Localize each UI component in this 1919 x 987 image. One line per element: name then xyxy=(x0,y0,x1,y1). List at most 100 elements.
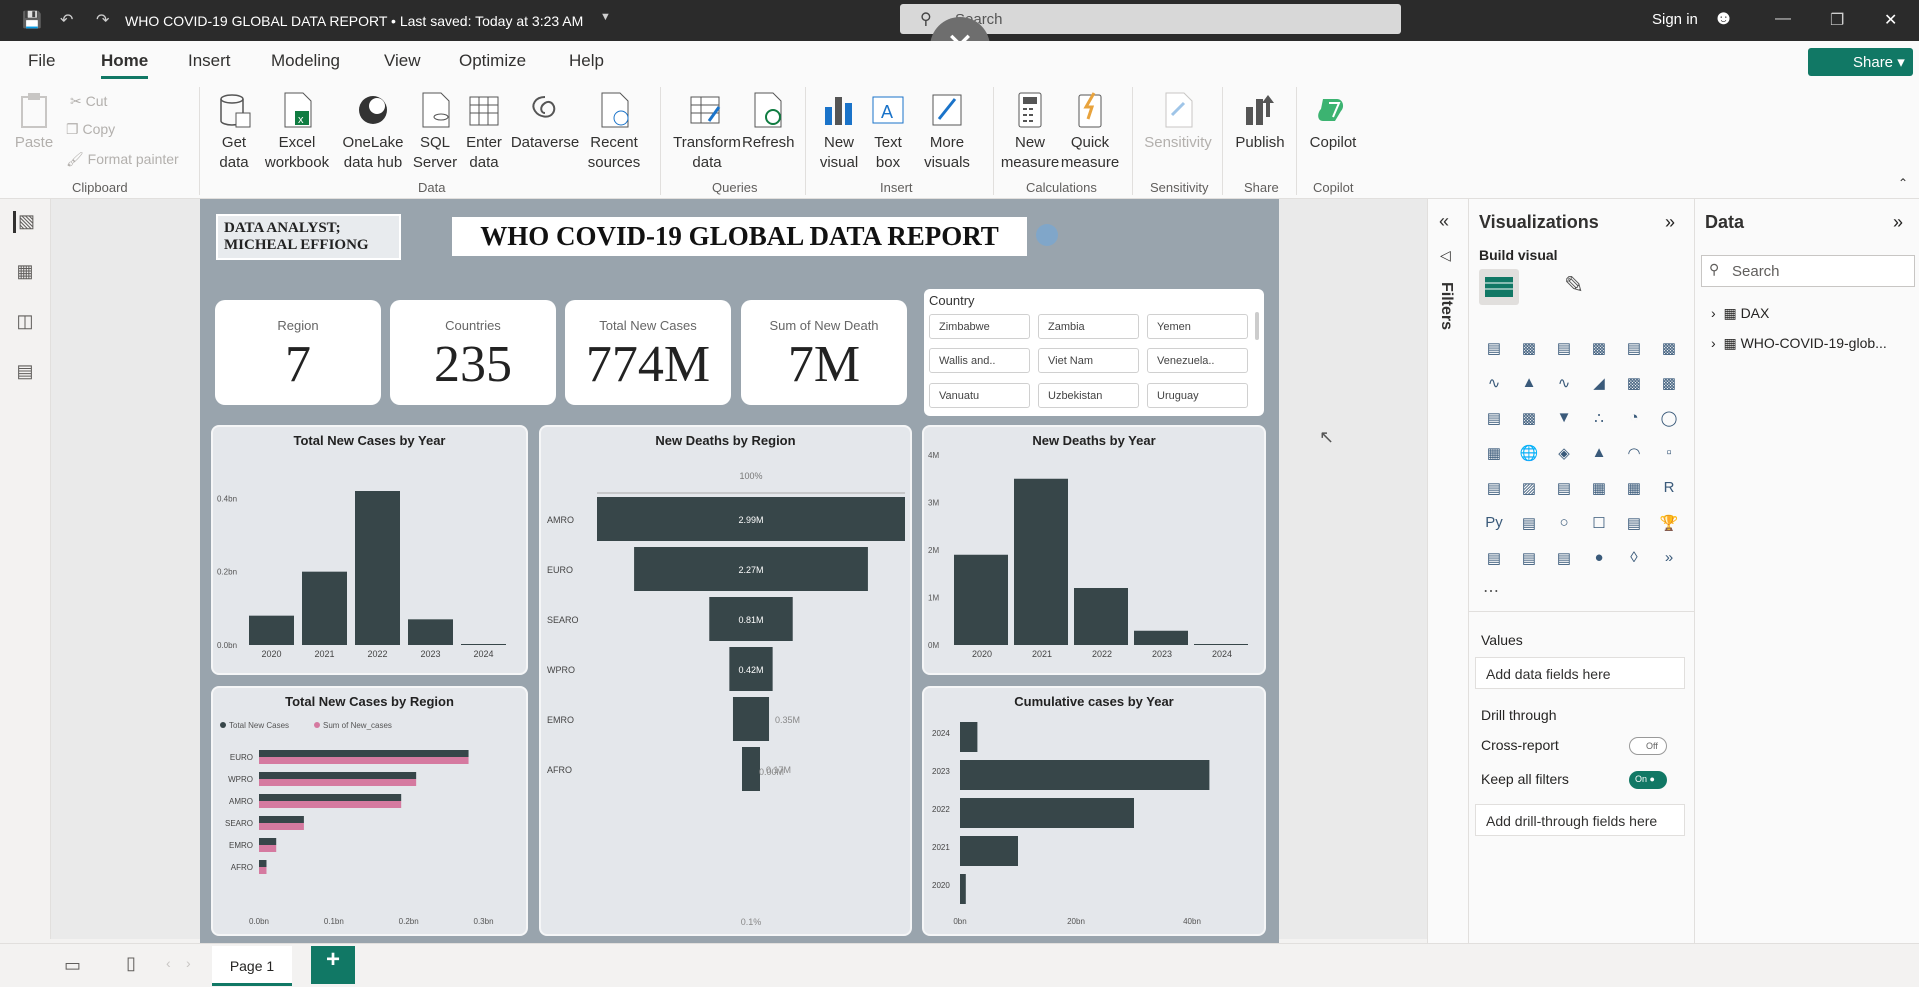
menu-optimize[interactable]: Optimize xyxy=(459,51,526,71)
dataverse-button[interactable]: Dataverse xyxy=(508,91,582,153)
slicer-item[interactable]: Zambia xyxy=(1038,314,1139,339)
model-view-icon[interactable]: ◫ xyxy=(13,311,37,333)
minimize-icon[interactable]: — xyxy=(1775,10,1791,28)
new-visual-button[interactable]: New visual xyxy=(818,91,860,173)
visual-type-icon[interactable]: ▤ xyxy=(1553,549,1575,571)
slicer-item[interactable]: Viet Nam xyxy=(1038,348,1139,373)
recent-sources-button[interactable]: Recent sources xyxy=(584,91,644,173)
sign-in-link[interactable]: Sign in xyxy=(1652,11,1698,28)
menu-modeling[interactable]: Modeling xyxy=(271,51,340,71)
visual-type-icon[interactable]: R xyxy=(1658,479,1680,501)
build-visual-tab[interactable] xyxy=(1479,269,1519,305)
transform-data-button[interactable]: Transform data xyxy=(670,91,744,173)
visual-type-icon[interactable]: ◯ xyxy=(1658,409,1680,431)
sensitivity-button[interactable]: Sensitivity xyxy=(1140,91,1216,153)
table-item-who[interactable]: › ▦ WHO-COVID-19-glob... xyxy=(1711,335,1887,352)
visual-type-icon[interactable]: ▤ xyxy=(1483,339,1505,361)
visual-type-icon[interactable]: ∿ xyxy=(1553,374,1575,396)
share-button[interactable]: Share ▾ xyxy=(1808,48,1913,76)
menu-insert[interactable]: Insert xyxy=(188,51,231,71)
collapse-visualizations-icon[interactable]: » xyxy=(1665,212,1675,233)
visual-type-icon[interactable]: ▲ xyxy=(1588,444,1610,466)
visual-type-icon[interactable]: ▦ xyxy=(1483,444,1505,466)
slicer-item[interactable]: Wallis and.. xyxy=(929,348,1030,373)
chart-new-deaths-by-region[interactable]: New Deaths by Region 100% AMRO 2.99M EURO 2.… xyxy=(539,425,912,936)
tab-page-1[interactable]: Page 1 xyxy=(212,946,292,986)
visual-type-icon[interactable]: ▤ xyxy=(1553,339,1575,361)
data-search-input[interactable]: Search xyxy=(1701,255,1915,287)
visual-type-icon[interactable]: ▩ xyxy=(1623,374,1645,396)
paste-button[interactable]: Paste xyxy=(14,91,54,153)
chevron-down-icon[interactable]: ▼ xyxy=(600,11,611,23)
country-slicer[interactable]: Country Zimbabwe Zambia Yemen Wallis and… xyxy=(924,289,1264,416)
add-page-button[interactable]: + xyxy=(311,946,355,984)
visual-type-icon[interactable]: ▩ xyxy=(1518,339,1540,361)
drill-through-well[interactable]: Add drill-through fields here xyxy=(1475,804,1685,836)
keep-all-filters-toggle[interactable]: On ● xyxy=(1629,771,1667,789)
menu-file[interactable]: File xyxy=(28,51,55,71)
visual-type-icon[interactable]: ● xyxy=(1588,549,1610,571)
visual-type-icon[interactable]: ◢ xyxy=(1588,374,1610,396)
table-item-dax[interactable]: › ▦ DAX xyxy=(1711,305,1769,322)
filters-pane[interactable]: « ◁ Filters xyxy=(1427,199,1468,943)
visual-type-icon[interactable]: 🏆 xyxy=(1658,514,1680,536)
excel-workbook-button[interactable]: x Excel workbook xyxy=(262,91,332,173)
enter-data-button[interactable]: Enter data xyxy=(464,91,504,173)
quick-measure-button[interactable]: Quick measure xyxy=(1060,91,1120,173)
copy-button[interactable]: ❐ Copy xyxy=(66,121,115,138)
visual-type-icon[interactable]: ▩ xyxy=(1518,409,1540,431)
cross-report-toggle[interactable]: Off xyxy=(1629,737,1667,755)
slicer-scrollbar[interactable] xyxy=(1255,312,1259,340)
redo-icon[interactable]: ↷ xyxy=(96,10,109,30)
slicer-item[interactable]: Uzbekistan xyxy=(1038,383,1139,408)
visual-type-icon[interactable]: ∴ xyxy=(1588,409,1610,431)
slicer-item[interactable]: Vanuatu xyxy=(929,383,1030,408)
visual-type-icon[interactable]: ◊ xyxy=(1623,549,1645,571)
visual-type-icon[interactable]: » xyxy=(1658,549,1680,571)
publish-button[interactable]: Publish xyxy=(1233,91,1287,153)
visual-type-icon[interactable]: ▤ xyxy=(1623,514,1645,536)
sql-server-button[interactable]: SQL Server xyxy=(412,91,458,173)
values-well[interactable]: Add data fields here xyxy=(1475,657,1685,689)
visual-type-icon[interactable]: ▨ xyxy=(1518,479,1540,501)
refresh-button[interactable]: Refresh xyxy=(742,91,795,153)
visual-type-icon[interactable]: ▦ xyxy=(1588,479,1610,501)
slicer-item[interactable]: Uruguay xyxy=(1147,383,1248,408)
visual-type-icon[interactable]: ▤ xyxy=(1623,339,1645,361)
close-window-icon[interactable]: ✕ xyxy=(1884,10,1897,30)
visual-type-icon[interactable]: ▤ xyxy=(1518,514,1540,536)
collapse-ribbon-icon[interactable]: ⌃ xyxy=(1898,176,1908,190)
visual-type-icon[interactable]: ☐ xyxy=(1588,514,1610,536)
desktop-layout-icon[interactable]: ▭ xyxy=(64,955,81,976)
visual-type-icon[interactable]: ◔ xyxy=(1623,409,1645,431)
visual-type-icon[interactable]: ▤ xyxy=(1483,549,1505,571)
table-view-icon[interactable]: ▦ xyxy=(13,261,37,283)
account-icon[interactable]: ☻ xyxy=(1713,7,1734,30)
new-measure-button[interactable]: New measure xyxy=(1000,91,1060,173)
chart-total-new-cases-by-year[interactable]: Total New Cases by Year 0.0bn 0.2bn 0.4bn 2… xyxy=(211,425,528,675)
format-visual-icon[interactable]: ✎ xyxy=(1564,271,1584,300)
visual-type-icon[interactable]: ▲ xyxy=(1518,374,1540,396)
onelake-data-hub-button[interactable]: OneLake data hub xyxy=(336,91,410,173)
visual-type-icon[interactable]: ▩ xyxy=(1658,374,1680,396)
slicer-item[interactable]: Yemen xyxy=(1147,314,1248,339)
visual-type-icon[interactable]: ▤ xyxy=(1483,409,1505,431)
text-box-button[interactable]: A Text box xyxy=(868,91,908,173)
visual-type-icon[interactable]: ▼ xyxy=(1553,409,1575,431)
menu-help[interactable]: Help xyxy=(569,51,604,71)
dax-query-icon[interactable]: ▤ xyxy=(13,361,37,383)
visual-type-icon[interactable]: ◠ xyxy=(1623,444,1645,466)
visual-type-icon[interactable]: ▤ xyxy=(1553,479,1575,501)
menu-home[interactable]: Home xyxy=(101,51,149,79)
restore-icon[interactable]: ❐ xyxy=(1830,10,1844,30)
chart-total-new-cases-by-region[interactable]: Total New Cases by Region Total New Case… xyxy=(211,686,528,936)
collapse-data-icon[interactable]: » xyxy=(1893,212,1903,233)
undo-icon[interactable]: ↶ xyxy=(60,10,73,30)
get-data-button[interactable]: Get data xyxy=(210,91,258,173)
visual-type-icon[interactable]: ○ xyxy=(1553,514,1575,536)
chart-cumulative-cases-by-year[interactable]: Cumulative cases by Year 2024 2023 2022 202… xyxy=(922,686,1266,936)
mobile-layout-icon[interactable]: ▯ xyxy=(126,953,136,974)
visual-type-icon[interactable]: Py xyxy=(1483,514,1505,536)
report-view-icon[interactable]: ▧ xyxy=(13,211,37,233)
window-title[interactable]: WHO COVID-19 GLOBAL DATA REPORT • Last s… xyxy=(125,13,583,29)
